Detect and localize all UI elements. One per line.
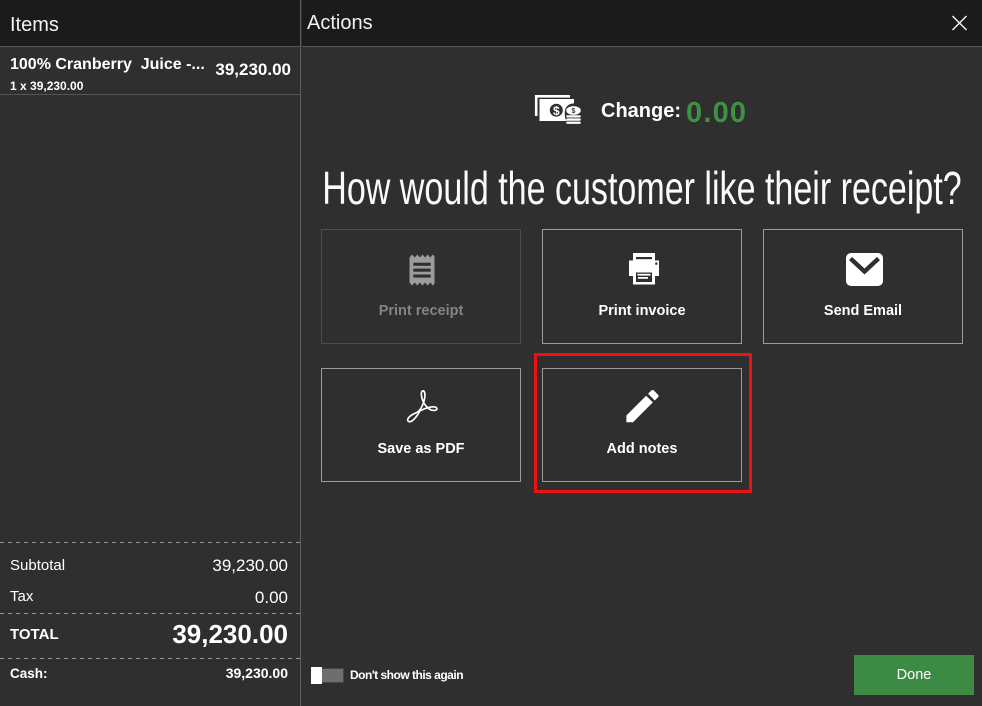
svg-text:$: $ xyxy=(572,108,576,115)
svg-text:$: $ xyxy=(553,104,560,118)
